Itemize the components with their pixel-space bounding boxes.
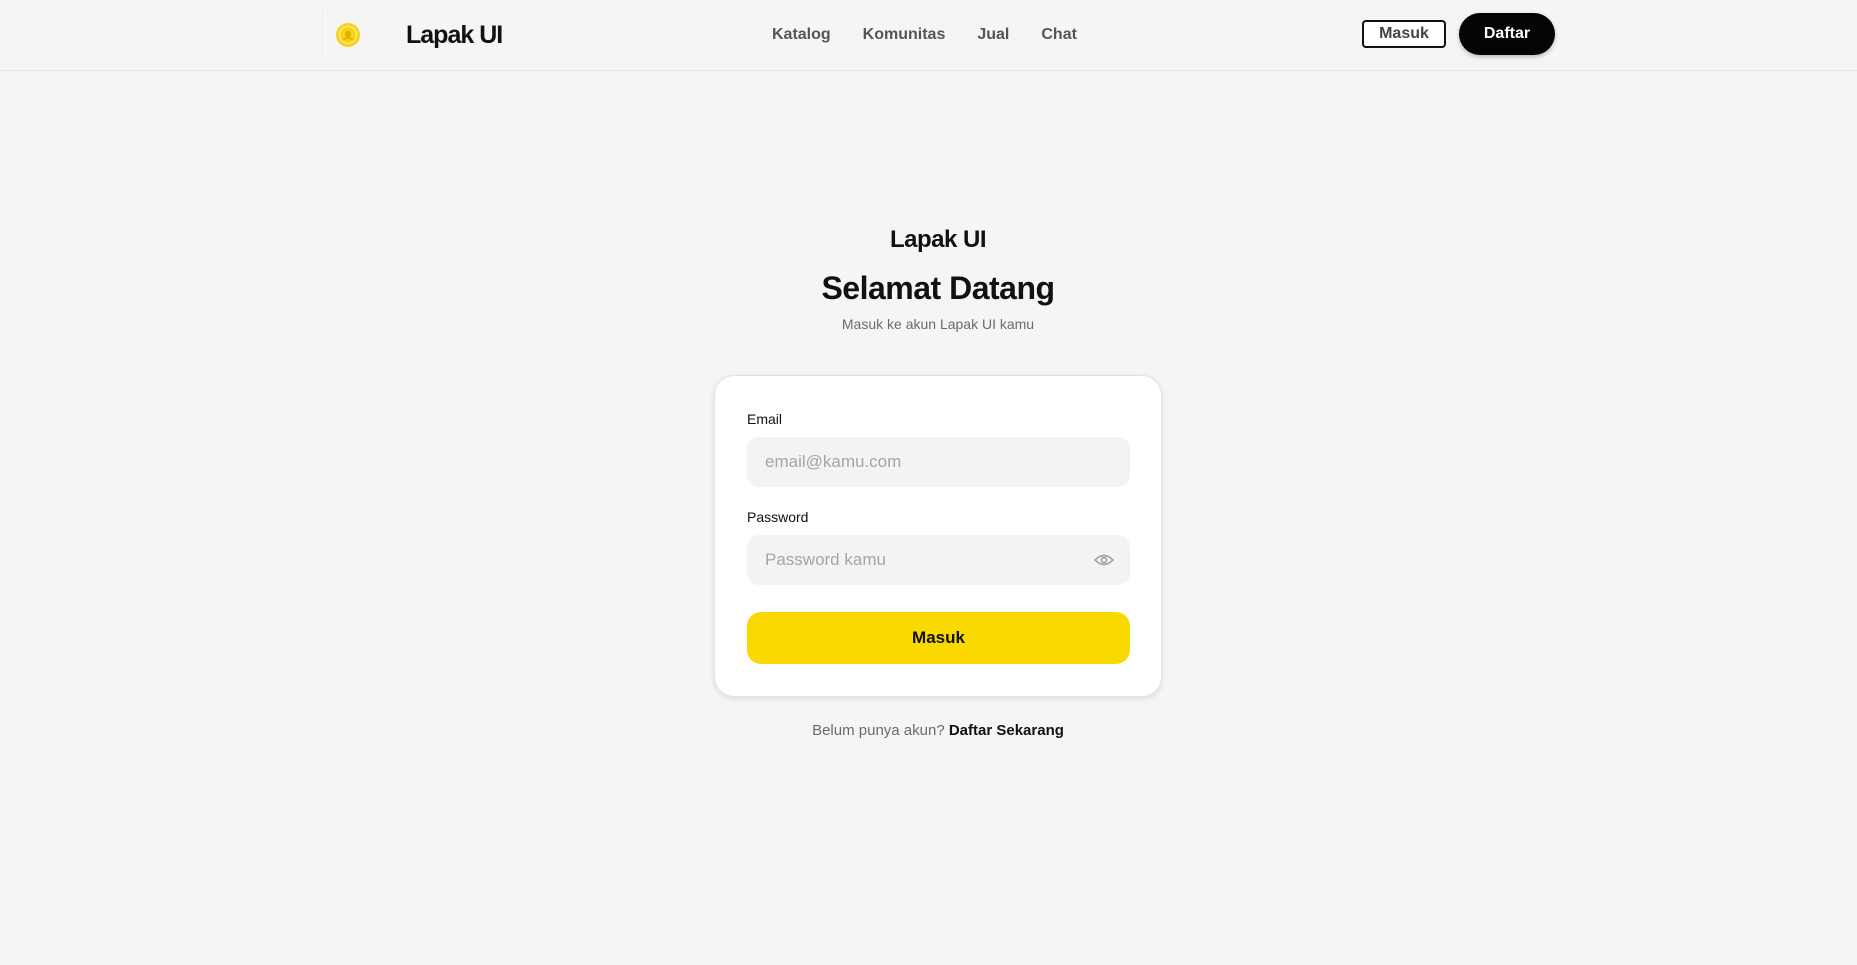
login-heading: Lapak UI Selamat Datang Masuk ke akun La… — [0, 222, 1857, 334]
email-field-wrapper — [747, 437, 1130, 487]
brand-name[interactable]: Lapak UI — [406, 21, 503, 50]
nav-katalog[interactable]: Katalog — [772, 26, 831, 44]
header-login-button[interactable]: Masuk — [1362, 20, 1446, 48]
login-submit-button[interactable]: Masuk — [747, 612, 1130, 664]
top-navbar: Lapak UI Katalog Komunitas Jual Chat Mas… — [0, 0, 1857, 71]
register-prompt: Belum punya akun? Daftar Sekarang — [0, 722, 1857, 739]
makara-logo-icon — [322, 10, 372, 60]
main-nav: Katalog Komunitas Jual Chat — [772, 0, 1077, 70]
register-now-link[interactable]: Daftar Sekarang — [949, 722, 1064, 739]
header-register-button[interactable]: Daftar — [1459, 13, 1555, 55]
brand[interactable]: Lapak UI — [322, 0, 503, 70]
email-label: Email — [747, 411, 783, 427]
page-title: Selamat Datang — [821, 270, 1055, 306]
app-name: Lapak UI — [889, 226, 987, 253]
nav-komunitas[interactable]: Komunitas — [863, 26, 946, 44]
nav-jual[interactable]: Jual — [977, 26, 1009, 44]
eye-icon[interactable] — [1094, 550, 1114, 570]
nav-chat[interactable]: Chat — [1041, 26, 1077, 44]
register-prompt-text: Belum punya akun? — [812, 722, 945, 739]
page-subtitle: Masuk ke akun Lapak UI kamu — [841, 316, 1035, 332]
password-label: Password — [747, 509, 809, 525]
password-field[interactable] — [747, 535, 1130, 585]
password-field-wrapper — [747, 535, 1130, 585]
login-form-card: Email Password Masuk — [714, 375, 1162, 697]
email-field[interactable] — [747, 437, 1130, 487]
